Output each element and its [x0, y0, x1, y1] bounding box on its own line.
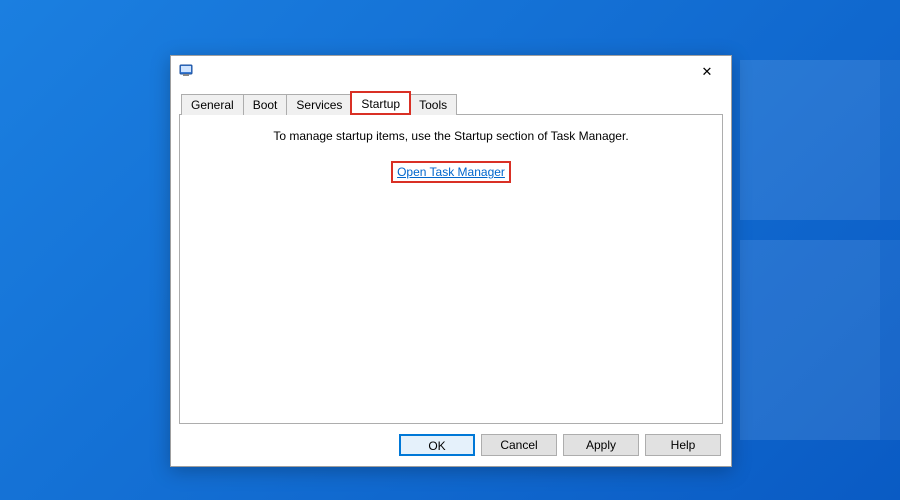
tab-strip: General Boot Services Startup Tools — [179, 92, 723, 114]
wallpaper-pane — [880, 60, 900, 220]
help-button[interactable]: Help — [645, 434, 721, 456]
dialog-button-row: OK Cancel Apply Help — [399, 434, 721, 456]
tab-page-startup: To manage startup items, use the Startup… — [179, 114, 723, 424]
open-task-manager-highlight: Open Task Manager — [391, 161, 511, 183]
startup-instruction-text: To manage startup items, use the Startup… — [180, 129, 722, 143]
tab-tools[interactable]: Tools — [409, 94, 457, 115]
msconfig-window: ✕ General Boot Services Startup Tools To… — [170, 55, 732, 467]
titlebar[interactable]: ✕ — [171, 56, 731, 86]
close-icon: ✕ — [702, 65, 713, 78]
tab-services[interactable]: Services — [286, 94, 352, 115]
tab-general[interactable]: General — [181, 94, 244, 115]
ok-button[interactable]: OK — [399, 434, 475, 456]
wallpaper-pane — [880, 240, 900, 440]
open-task-manager-link[interactable]: Open Task Manager — [397, 165, 505, 179]
wallpaper-pane — [740, 60, 880, 220]
close-button[interactable]: ✕ — [689, 59, 725, 83]
app-icon — [179, 62, 195, 81]
apply-button[interactable]: Apply — [563, 434, 639, 456]
client-area: General Boot Services Startup Tools To m… — [179, 92, 723, 424]
cancel-button[interactable]: Cancel — [481, 434, 557, 456]
tab-boot[interactable]: Boot — [243, 94, 288, 115]
desktop-wallpaper: ✕ General Boot Services Startup Tools To… — [0, 0, 900, 500]
tab-startup[interactable]: Startup — [351, 92, 410, 114]
wallpaper-pane — [740, 240, 880, 440]
